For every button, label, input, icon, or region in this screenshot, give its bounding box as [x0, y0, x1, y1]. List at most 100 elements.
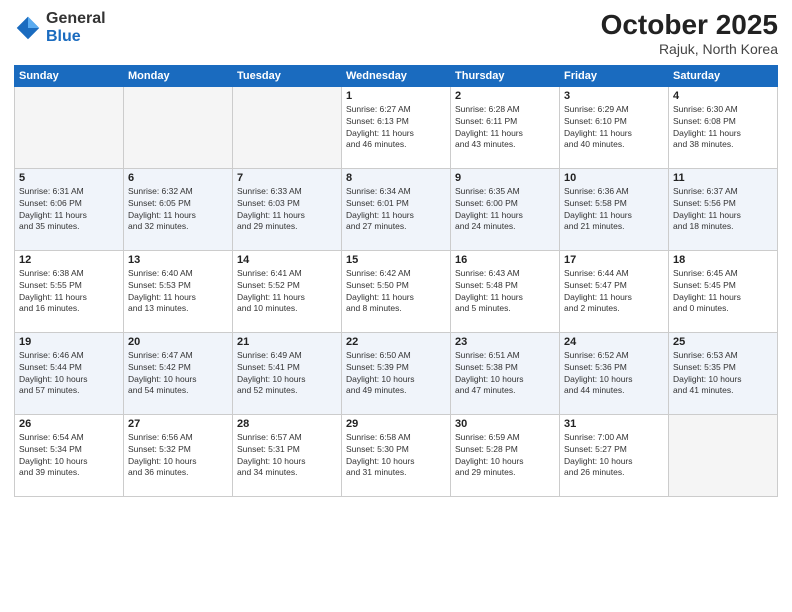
table-row: 20Sunrise: 6:47 AM Sunset: 5:42 PM Dayli… [124, 332, 233, 414]
day-info: Sunrise: 6:37 AM Sunset: 5:56 PM Dayligh… [673, 186, 773, 234]
day-info: Sunrise: 6:45 AM Sunset: 5:45 PM Dayligh… [673, 268, 773, 316]
col-sunday: Sunday [15, 65, 124, 86]
day-info: Sunrise: 6:43 AM Sunset: 5:48 PM Dayligh… [455, 268, 555, 316]
col-thursday: Thursday [451, 65, 560, 86]
day-info: Sunrise: 6:41 AM Sunset: 5:52 PM Dayligh… [237, 268, 337, 316]
location-title: Rajuk, North Korea [601, 41, 778, 57]
day-number: 22 [346, 336, 446, 348]
table-row: 14 Sunrise: 6:41 AM Sunset: 5:52 PM Dayli… [233, 250, 342, 332]
calendar-header-row: Sunday Monday Tuesday Wednesday Thursday… [15, 65, 778, 86]
day-info: Sunrise: 6:34 AM Sunset: 6:01 PM Dayligh… [346, 186, 446, 234]
table-row: 3Sunrise: 6:29 AM Sunset: 6:10 PM Daylig… [560, 86, 669, 168]
col-wednesday: Wednesday [342, 65, 451, 86]
day-info: Sunrise: 6:31 AM Sunset: 6:06 PM Dayligh… [19, 186, 119, 234]
day-number: 13 [128, 254, 228, 266]
logo-text: General Blue [46, 10, 106, 45]
table-row [669, 414, 778, 496]
header: General Blue October 2025 Rajuk, North K… [14, 10, 778, 57]
table-row: 29Sunrise: 6:58 AM Sunset: 5:30 PM Dayli… [342, 414, 451, 496]
day-number: 12 [19, 254, 119, 266]
logo-general: General [46, 10, 106, 28]
day-number: 31 [564, 418, 664, 430]
table-row: 28 Sunrise: 6:57 AM Sunset: 5:31 PM Dayli… [233, 414, 342, 496]
day-info: Sunrise: 6:35 AM Sunset: 6:00 PM Dayligh… [455, 186, 555, 234]
day-number: 19 [19, 336, 119, 348]
day-number: 10 [564, 172, 664, 184]
day-info: Sunrise: 6:52 AM Sunset: 5:36 PM Dayligh… [564, 350, 664, 398]
day-number: 24 [564, 336, 664, 348]
col-tuesday: Tuesday [233, 65, 342, 86]
day-number: 14 [237, 254, 337, 266]
day-number: 21 [237, 336, 337, 348]
table-row: 17 Sunrise: 6:44 AM Sunset: 5:47 PM Dayli… [560, 250, 669, 332]
calendar-row: 1Sunrise: 6:27 AM Sunset: 6:13 PM Daylig… [15, 86, 778, 168]
table-row: 13 Sunrise: 6:40 AM Sunset: 5:53 PM Dayli… [124, 250, 233, 332]
day-info: Sunrise: 6:46 AM Sunset: 5:44 PM Dayligh… [19, 350, 119, 398]
table-row [233, 86, 342, 168]
day-number: 15 [346, 254, 446, 266]
day-info: Sunrise: 6:54 AM Sunset: 5:34 PM Dayligh… [19, 432, 119, 480]
day-info: Sunrise: 6:53 AM Sunset: 5:35 PM Dayligh… [673, 350, 773, 398]
table-row: 12Sunrise: 6:38 AM Sunset: 5:55 PM Dayli… [15, 250, 124, 332]
table-row: 26 Sunrise: 6:54 AM Sunset: 5:34 PM Dayli… [15, 414, 124, 496]
table-row: 4 Sunrise: 6:30 AM Sunset: 6:08 PM Daylig… [669, 86, 778, 168]
col-saturday: Saturday [669, 65, 778, 86]
day-number: 8 [346, 172, 446, 184]
calendar-row: 19 Sunrise: 6:46 AM Sunset: 5:44 PM Dayli… [15, 332, 778, 414]
table-row: 5 Sunrise: 6:31 AM Sunset: 6:06 PM Daylig… [15, 168, 124, 250]
day-number: 30 [455, 418, 555, 430]
day-info: Sunrise: 6:44 AM Sunset: 5:47 PM Dayligh… [564, 268, 664, 316]
table-row: 15 Sunrise: 6:42 AM Sunset: 5:50 PM Dayli… [342, 250, 451, 332]
day-number: 18 [673, 254, 773, 266]
table-row [15, 86, 124, 168]
table-row: 27Sunrise: 6:56 AM Sunset: 5:32 PM Dayli… [124, 414, 233, 496]
day-info: Sunrise: 6:50 AM Sunset: 5:39 PM Dayligh… [346, 350, 446, 398]
calendar-row: 12Sunrise: 6:38 AM Sunset: 5:55 PM Dayli… [15, 250, 778, 332]
day-info: Sunrise: 6:58 AM Sunset: 5:30 PM Dayligh… [346, 432, 446, 480]
day-info: Sunrise: 6:47 AM Sunset: 5:42 PM Dayligh… [128, 350, 228, 398]
col-monday: Monday [124, 65, 233, 86]
day-info: Sunrise: 6:57 AM Sunset: 5:31 PM Dayligh… [237, 432, 337, 480]
table-row: 19 Sunrise: 6:46 AM Sunset: 5:44 PM Dayli… [15, 332, 124, 414]
logo: General Blue [14, 10, 106, 45]
day-number: 4 [673, 90, 773, 102]
table-row: 30 Sunrise: 6:59 AM Sunset: 5:28 PM Dayli… [451, 414, 560, 496]
calendar-row: 5 Sunrise: 6:31 AM Sunset: 6:06 PM Daylig… [15, 168, 778, 250]
logo-icon [14, 14, 42, 42]
table-row: 9 Sunrise: 6:35 AM Sunset: 6:00 PM Daylig… [451, 168, 560, 250]
table-row: 2Sunrise: 6:28 AM Sunset: 6:11 PM Daylig… [451, 86, 560, 168]
day-number: 23 [455, 336, 555, 348]
day-info: Sunrise: 6:51 AM Sunset: 5:38 PM Dayligh… [455, 350, 555, 398]
day-info: Sunrise: 7:00 AM Sunset: 5:27 PM Dayligh… [564, 432, 664, 480]
day-info: Sunrise: 6:59 AM Sunset: 5:28 PM Dayligh… [455, 432, 555, 480]
day-number: 28 [237, 418, 337, 430]
col-friday: Friday [560, 65, 669, 86]
day-number: 25 [673, 336, 773, 348]
day-info: Sunrise: 6:30 AM Sunset: 6:08 PM Dayligh… [673, 104, 773, 152]
day-number: 26 [19, 418, 119, 430]
day-info: Sunrise: 6:49 AM Sunset: 5:41 PM Dayligh… [237, 350, 337, 398]
day-number: 11 [673, 172, 773, 184]
day-number: 6 [128, 172, 228, 184]
logo-blue: Blue [46, 28, 106, 46]
table-row: 24 Sunrise: 6:52 AM Sunset: 5:36 PM Dayli… [560, 332, 669, 414]
table-row: 6 Sunrise: 6:32 AM Sunset: 6:05 PM Daylig… [124, 168, 233, 250]
table-row: 25 Sunrise: 6:53 AM Sunset: 5:35 PM Dayli… [669, 332, 778, 414]
day-number: 2 [455, 90, 555, 102]
day-info: Sunrise: 6:40 AM Sunset: 5:53 PM Dayligh… [128, 268, 228, 316]
day-number: 16 [455, 254, 555, 266]
table-row: 22 Sunrise: 6:50 AM Sunset: 5:39 PM Dayli… [342, 332, 451, 414]
day-number: 5 [19, 172, 119, 184]
day-number: 17 [564, 254, 664, 266]
title-block: October 2025 Rajuk, North Korea [601, 10, 778, 57]
table-row: 10Sunrise: 6:36 AM Sunset: 5:58 PM Dayli… [560, 168, 669, 250]
table-row: 1Sunrise: 6:27 AM Sunset: 6:13 PM Daylig… [342, 86, 451, 168]
day-number: 7 [237, 172, 337, 184]
day-info: Sunrise: 6:27 AM Sunset: 6:13 PM Dayligh… [346, 104, 446, 152]
day-info: Sunrise: 6:32 AM Sunset: 6:05 PM Dayligh… [128, 186, 228, 234]
page: General Blue October 2025 Rajuk, North K… [0, 0, 792, 612]
day-info: Sunrise: 6:42 AM Sunset: 5:50 PM Dayligh… [346, 268, 446, 316]
table-row: 21 Sunrise: 6:49 AM Sunset: 5:41 PM Dayli… [233, 332, 342, 414]
day-number: 9 [455, 172, 555, 184]
table-row: 7Sunrise: 6:33 AM Sunset: 6:03 PM Daylig… [233, 168, 342, 250]
